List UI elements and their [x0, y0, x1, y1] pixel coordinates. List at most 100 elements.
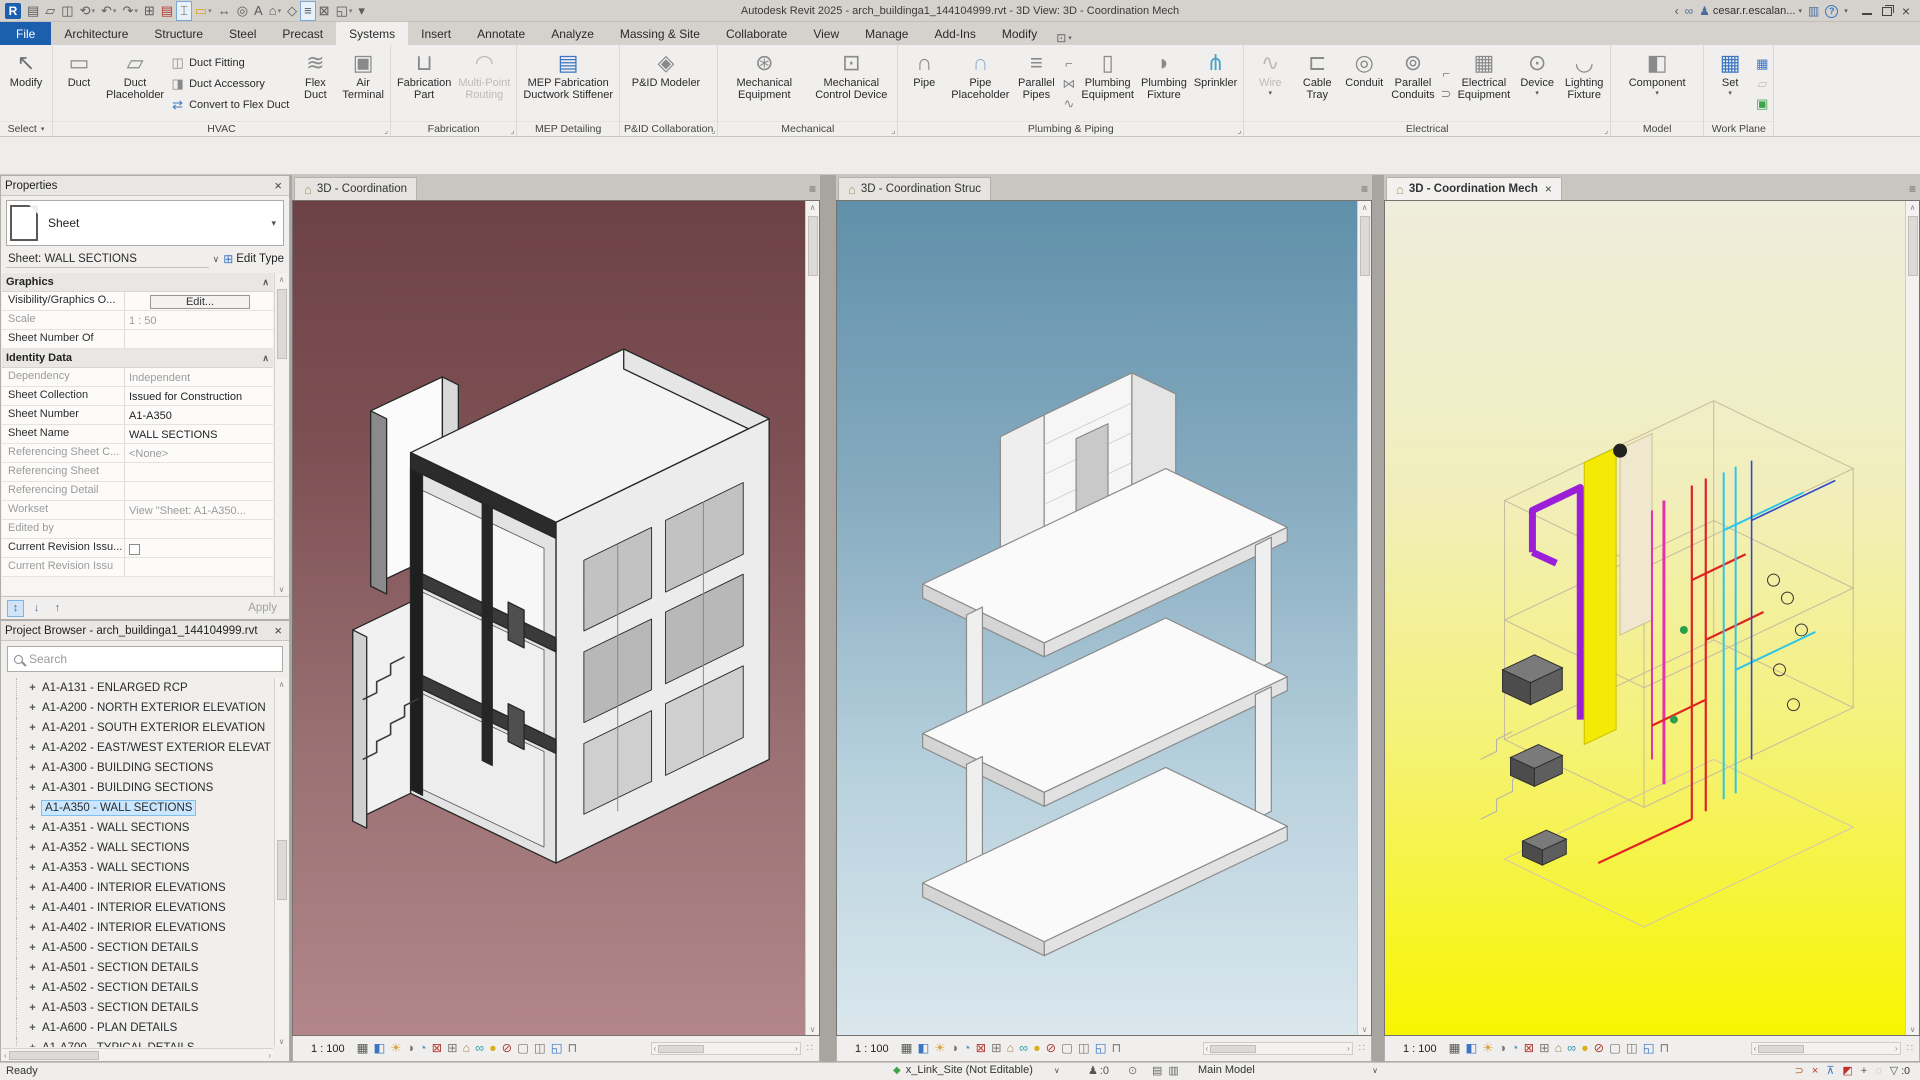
component-button[interactable]: ◧ Component ▾: [1614, 48, 1700, 120]
shadows-icon[interactable]: ◑: [406, 1042, 414, 1055]
aligned-dimension-icon[interactable]: ↔: [215, 1, 234, 21]
scale-button[interactable]: 1 : 100: [1389, 1043, 1445, 1055]
sort-default-button[interactable]: ↕: [7, 599, 24, 617]
horizontal-scrollbar[interactable]: ‹ ›: [650, 1042, 801, 1055]
panel-menu-plumbing-piping[interactable]: Plumbing & Piping ⌟: [898, 121, 1244, 136]
dialog-launcher-icon[interactable]: ⌟: [712, 126, 716, 135]
view-tab-3d-coordination[interactable]: ⌂ 3D - Coordination: [294, 177, 417, 200]
tab-file[interactable]: File: [0, 22, 52, 45]
canvas-3d-coordination-mech[interactable]: ∧ ∨: [1384, 200, 1920, 1036]
measure-icon[interactable]: ▭ ▾: [192, 1, 215, 21]
dialog-launcher-icon[interactable]: ⌟: [1238, 126, 1242, 135]
sheet-item-a1-a503[interactable]: + A1-A503 - SECTION DETAILS: [2, 998, 273, 1018]
work-plane-viewer-button[interactable]: ▣: [1756, 96, 1768, 112]
default-3d-view-icon[interactable]: ⌂ ▾: [266, 1, 284, 21]
property-value[interactable]: [124, 330, 273, 348]
flex-pipe-button[interactable]: ∿: [1062, 96, 1075, 112]
property-group-identity-data[interactable]: Identity Data ∧: [2, 349, 273, 368]
sort-ascending-button[interactable]: ↓: [28, 600, 45, 617]
search-icon[interactable]: ∞: [1685, 4, 1694, 18]
expand-icon[interactable]: +: [28, 902, 37, 914]
expand-icon[interactable]: +: [28, 822, 37, 834]
sheet-item-a1-a700[interactable]: + A1-A700 - TYPICAL DETAILS: [2, 1038, 273, 1047]
file-icon[interactable]: ▤: [24, 1, 42, 21]
horizontal-scrollbar[interactable]: ‹ ›: [1750, 1042, 1901, 1055]
pipe-accessory-button[interactable]: ⋈: [1062, 76, 1075, 92]
thin-lines-icon[interactable]: ≡: [300, 0, 316, 21]
mechanical-control-device-button[interactable]: ⊡ Mechanical Control Device: [808, 48, 894, 120]
underlay-selectable-icon[interactable]: ×: [1812, 1065, 1818, 1077]
dialog-launcher-icon[interactable]: ⌟: [511, 126, 515, 135]
show-crop-icon[interactable]: ⊞: [447, 1042, 457, 1055]
sheet-item-a1-a600[interactable]: + A1-A600 - PLAN DETAILS: [2, 1018, 273, 1038]
expand-icon[interactable]: +: [28, 1002, 37, 1014]
vertical-scrollbar[interactable]: ∧ ∨: [1905, 201, 1919, 1035]
rendering-dialog-icon[interactable]: ◔: [1511, 1042, 1519, 1055]
tab-steel[interactable]: Steel: [216, 22, 269, 45]
sheet-item-a1-a300[interactable]: + A1-A300 - BUILDING SECTIONS: [2, 758, 273, 778]
tab-modify[interactable]: Modify: [989, 22, 1050, 45]
tab-systems[interactable]: Systems: [336, 22, 409, 45]
unlocked-view-icon[interactable]: ⌂: [1555, 1042, 1563, 1055]
sheet-item-a1-a352[interactable]: + A1-A352 - WALL SECTIONS: [2, 838, 273, 858]
close-document-icon[interactable]: ▤: [158, 1, 176, 21]
mechanical-equipment-button[interactable]: ⊛ Mechanical Equipment: [721, 48, 807, 120]
visual-style-icon[interactable]: ◧: [373, 1042, 385, 1055]
plumbing-equipment-button[interactable]: ▯ Plumbing Equipment: [1078, 48, 1137, 120]
properties-header[interactable]: Properties ×: [1, 176, 289, 196]
duct-placeholder-button[interactable]: ▱ Duct Placeholder: [103, 48, 167, 120]
lighting-fixture-button[interactable]: ◡ Lighting Fixture: [1561, 48, 1607, 120]
save-orientation-icon[interactable]: ◱: [551, 1042, 563, 1055]
property-value[interactable]: [124, 520, 273, 538]
displaced-elements-icon[interactable]: ◫: [1626, 1042, 1638, 1055]
property-value[interactable]: [124, 463, 273, 481]
tag-icon[interactable]: ◎: [234, 1, 251, 21]
tab-list-menu-icon[interactable]: ≡: [809, 182, 816, 196]
scroll-down-icon[interactable]: ∨: [810, 1023, 816, 1035]
fabrication-part-button[interactable]: ⊔ Fabrication Part: [394, 48, 454, 120]
canvas-3d-coordination-struc[interactable]: ∧ ∨: [836, 200, 1372, 1036]
detail-level-icon[interactable]: ▦: [357, 1042, 369, 1055]
modify-marker-icon[interactable]: ⌶: [176, 0, 192, 21]
tab-list-menu-icon[interactable]: ≡: [1909, 182, 1916, 196]
unlocked-view-icon[interactable]: ⌂: [1007, 1042, 1015, 1055]
property-value[interactable]: View "Sheet: A1-A350...: [124, 501, 273, 519]
scroll-thumb[interactable]: [276, 840, 287, 900]
scroll-down-icon[interactable]: ∨: [279, 1035, 285, 1047]
reveal-hidden-icon[interactable]: ●: [1033, 1042, 1041, 1055]
show-crop-icon[interactable]: ⊞: [991, 1042, 1001, 1055]
temporary-view-properties-icon[interactable]: ▢: [1061, 1042, 1073, 1055]
apply-button[interactable]: Apply: [248, 602, 283, 614]
help-chevron-icon[interactable]: ▾: [1844, 7, 1848, 15]
crop-view-icon[interactable]: ⊠: [1524, 1042, 1534, 1055]
conduit-fitting-button[interactable]: ⊃: [1441, 86, 1452, 102]
expand-icon[interactable]: +: [28, 842, 37, 854]
chevron-down-icon[interactable]: ▾: [271, 218, 280, 229]
property-value[interactable]: [124, 482, 273, 500]
electrical-equipment-button[interactable]: ▦ Electrical Equipment: [1455, 48, 1514, 120]
tab-collaborate[interactable]: Collaborate: [713, 22, 800, 45]
scroll-thumb[interactable]: [276, 289, 287, 359]
detail-level-icon[interactable]: ▦: [901, 1042, 913, 1055]
sun-path-icon[interactable]: ☀: [1482, 1042, 1493, 1055]
sheet-item-a1-a350[interactable]: + A1-A350 - WALL SECTIONS: [2, 798, 273, 818]
expand-icon[interactable]: +: [28, 1042, 37, 1047]
scroll-right-icon[interactable]: ›: [795, 1044, 798, 1053]
scroll-left-icon[interactable]: ‹: [1206, 1044, 1209, 1053]
text-icon[interactable]: A: [251, 1, 266, 21]
expand-icon[interactable]: +: [28, 722, 37, 734]
scroll-up-icon[interactable]: ∧: [279, 678, 285, 690]
property-value[interactable]: WALL SECTIONS: [124, 425, 273, 443]
scroll-down-icon[interactable]: ∨: [1362, 1023, 1368, 1035]
redo-icon[interactable]: ↷ ▾: [119, 1, 140, 21]
scale-button[interactable]: 1 : 100: [297, 1043, 353, 1055]
panel-menu-p-id-collaboration[interactable]: P&ID Collaboration ⌟: [620, 121, 718, 136]
property-value[interactable]: A1-A350: [124, 406, 273, 424]
show-crop-icon[interactable]: ⊞: [1539, 1042, 1549, 1055]
tab-view[interactable]: View: [800, 22, 852, 45]
design-option-selector[interactable]: Main Model ∨: [1198, 1064, 1378, 1076]
sheet-item-a1-a200[interactable]: + A1-A200 - NORTH EXTERIOR ELEVATION: [2, 698, 273, 718]
property-value[interactable]: 1 : 50: [124, 311, 273, 329]
crop-view-icon[interactable]: ⊠: [976, 1042, 986, 1055]
switch-windows-icon[interactable]: ◱ ▾: [333, 1, 356, 21]
